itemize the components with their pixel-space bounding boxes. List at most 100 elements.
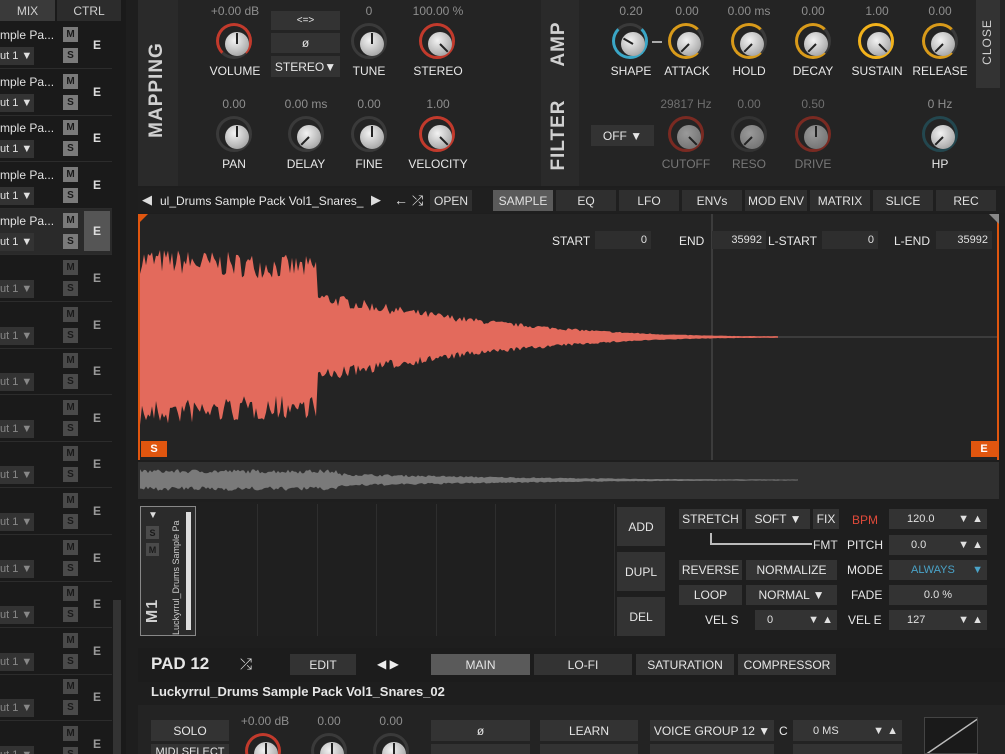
trigger-select[interactable]	[793, 744, 902, 754]
vels-field[interactable]: 0 ▼ ▲	[755, 610, 837, 630]
prev-sample-icon[interactable]: ◀	[142, 192, 152, 208]
mixer-row-solo-button[interactable]: S	[63, 700, 78, 716]
mixer-row[interactable]: ut 1 ▼ MSE	[0, 535, 112, 582]
slot-m-button[interactable]: M	[146, 543, 159, 556]
mixer-row-mute-button[interactable]: M	[63, 679, 78, 695]
tab-mix[interactable]: MIX	[0, 0, 55, 21]
mixer-row[interactable]: mple Pa... ut 1 ▼ M S E	[0, 116, 112, 163]
pad-tab-main[interactable]: MAIN	[431, 654, 530, 675]
mixer-row[interactable]: ut 1 ▼ MSE	[0, 582, 112, 629]
mixer-row-edit-button[interactable]: E	[84, 74, 110, 110]
mixer-row-solo-button[interactable]: S	[63, 48, 78, 63]
mixer-row-output-select[interactable]: ut 1 ▼	[0, 280, 34, 298]
shuffle-icon[interactable]: ⤮	[412, 192, 423, 209]
mixer-row-edit-button[interactable]: E	[84, 493, 110, 529]
pad-tab-lofi[interactable]: LO-FI	[534, 654, 632, 675]
sustain-knob[interactable]	[858, 23, 894, 59]
bpm-field[interactable]: 120.0 ▼ ▲	[889, 509, 987, 529]
delay-knob[interactable]	[288, 116, 324, 152]
mixer-row-edit-button[interactable]: E	[84, 353, 110, 389]
end-marker-handle[interactable]: E	[971, 441, 997, 457]
mixer-row-edit-button[interactable]: E	[84, 167, 110, 203]
add-button[interactable]: ADD	[617, 507, 665, 546]
reverse-button[interactable]: REVERSE	[679, 560, 742, 580]
mixer-row-edit-button[interactable]: E	[84, 400, 110, 436]
mixer-row-solo-button[interactable]: S	[63, 234, 78, 250]
mixer-row-mute-button[interactable]: M	[63, 586, 78, 602]
normal-select[interactable]: NORMAL ▼	[746, 585, 837, 605]
solo-button[interactable]: SOLO	[151, 720, 229, 741]
tab-envs[interactable]: ENVs	[682, 190, 742, 211]
mixer-row[interactable]: mple Pa... ut 1 ▼ M S E	[0, 162, 112, 209]
hold-knob[interactable]	[731, 23, 767, 59]
mixer-row[interactable]: ut 1 ▼ MSE	[0, 256, 112, 302]
bpm-arrows[interactable]: ▼ ▲	[958, 513, 983, 525]
reso-knob[interactable]	[731, 116, 767, 152]
mixer-row-output-select[interactable]: ut 1 ▼	[0, 606, 34, 625]
mixer-row-output-select[interactable]: ut 1 ▼	[0, 93, 34, 112]
mixer-row-solo-button[interactable]: S	[63, 467, 78, 483]
link-button[interactable]: <=>	[271, 11, 340, 30]
pitch-arrows[interactable]: ▼ ▲	[958, 539, 983, 551]
mixer-row-mute-button[interactable]: M	[63, 353, 78, 369]
mixer-row[interactable]: mple Pa... ut 1 ▼ M S E	[0, 69, 112, 116]
mixer-row-solo-button[interactable]: S	[63, 514, 78, 529]
fix-button[interactable]: FIX	[813, 509, 839, 529]
mixer-row-mute-button[interactable]: M	[63, 493, 78, 508]
voice-select[interactable]	[650, 744, 774, 754]
mixer-row-output-select[interactable]: ut 1 ▼	[0, 466, 34, 485]
pad-shuffle-icon[interactable]: ⤮	[240, 656, 252, 673]
dupl-button[interactable]: DUPL	[617, 552, 665, 591]
mixer-row-output-select[interactable]: ut 1 ▼	[0, 419, 34, 438]
mixer-row-solo-button[interactable]: S	[63, 747, 78, 754]
tab-sample[interactable]: SAMPLE	[493, 190, 553, 211]
mixer-row-output-select[interactable]: ut 1 ▼	[0, 47, 34, 65]
mixer-row[interactable]: ut 1 ▼ MSE	[0, 675, 112, 722]
mixer-row-mute-button[interactable]: M	[63, 27, 78, 42]
pan-knob[interactable]	[216, 116, 252, 152]
drive-knob[interactable]	[795, 116, 831, 152]
mixer-row-mute-button[interactable]: M	[63, 399, 78, 415]
velocity-knob[interactable]	[419, 116, 455, 152]
stretch-button[interactable]: STRETCH	[679, 509, 742, 529]
mixer-row[interactable]: mple Pa... ut 1 ▼ M S E	[0, 23, 112, 69]
mixer-row-solo-button[interactable]: S	[63, 281, 78, 296]
mixer-row-mute-button[interactable]: M	[63, 632, 78, 648]
tab-rec[interactable]: REC	[936, 190, 996, 211]
mixer-row-edit-button[interactable]: E	[84, 679, 110, 715]
mixer-row-output-select[interactable]: ut 1 ▼	[0, 699, 34, 718]
ms-arrows[interactable]: ▼ ▲	[873, 725, 898, 737]
mixer-row-solo-button[interactable]: S	[63, 420, 78, 436]
mixer-row[interactable]: ut 1 ▼ MSE	[0, 722, 112, 754]
mixer-row-mute-button[interactable]: M	[63, 213, 78, 229]
mixer-row-output-select[interactable]: ut 1 ▼	[0, 652, 34, 671]
mixer-row-edit-button[interactable]: E	[84, 211, 110, 252]
tab-matrix[interactable]: MATRIX	[810, 190, 870, 211]
waveform-area[interactable]	[138, 214, 999, 460]
mixer-row-output-select[interactable]: ut 1 ▼	[0, 233, 34, 252]
filter-mode-select[interactable]: OFF ▼	[591, 125, 654, 146]
mixer-row-edit-button[interactable]: E	[84, 260, 110, 296]
mixer-row-output-select[interactable]: ut 1 ▼	[0, 559, 34, 578]
mixer-row-edit-button[interactable]: E	[84, 27, 110, 63]
stereo-knob[interactable]	[419, 23, 455, 59]
mode-select[interactable]: ALWAYS ▼	[889, 560, 987, 580]
pitch-field[interactable]: 0.0 ▼ ▲	[889, 535, 987, 555]
slot-arrow-icon[interactable]: ▼	[148, 510, 158, 521]
soft-select[interactable]: SOFT ▼	[746, 509, 810, 529]
mixer-row[interactable]: ut 1 ▼ MSE	[0, 628, 112, 675]
pad-tab-compressor[interactable]: COMPRESSOR	[738, 654, 836, 675]
start-marker-handle[interactable]: S	[141, 441, 167, 457]
release-knob[interactable]	[922, 23, 958, 59]
pad-secondary-select-1[interactable]	[431, 744, 530, 754]
pad-tab-saturation[interactable]: SATURATION	[636, 654, 734, 675]
slot-s-button[interactable]: S	[146, 526, 159, 539]
tab-ctrl[interactable]: CTRL	[57, 0, 121, 21]
mixer-row-solo-button[interactable]: S	[63, 94, 78, 110]
tab-mod-env[interactable]: MOD ENV	[745, 190, 807, 211]
mixer-row[interactable]: ut 1 ▼ MSE	[0, 349, 112, 396]
attack-knob[interactable]	[668, 23, 704, 59]
mixer-row-output-select[interactable]: ut 1 ▼	[0, 373, 34, 392]
pad-edit-button[interactable]: EDIT	[290, 654, 356, 675]
end-field[interactable]: 35992	[712, 231, 766, 249]
